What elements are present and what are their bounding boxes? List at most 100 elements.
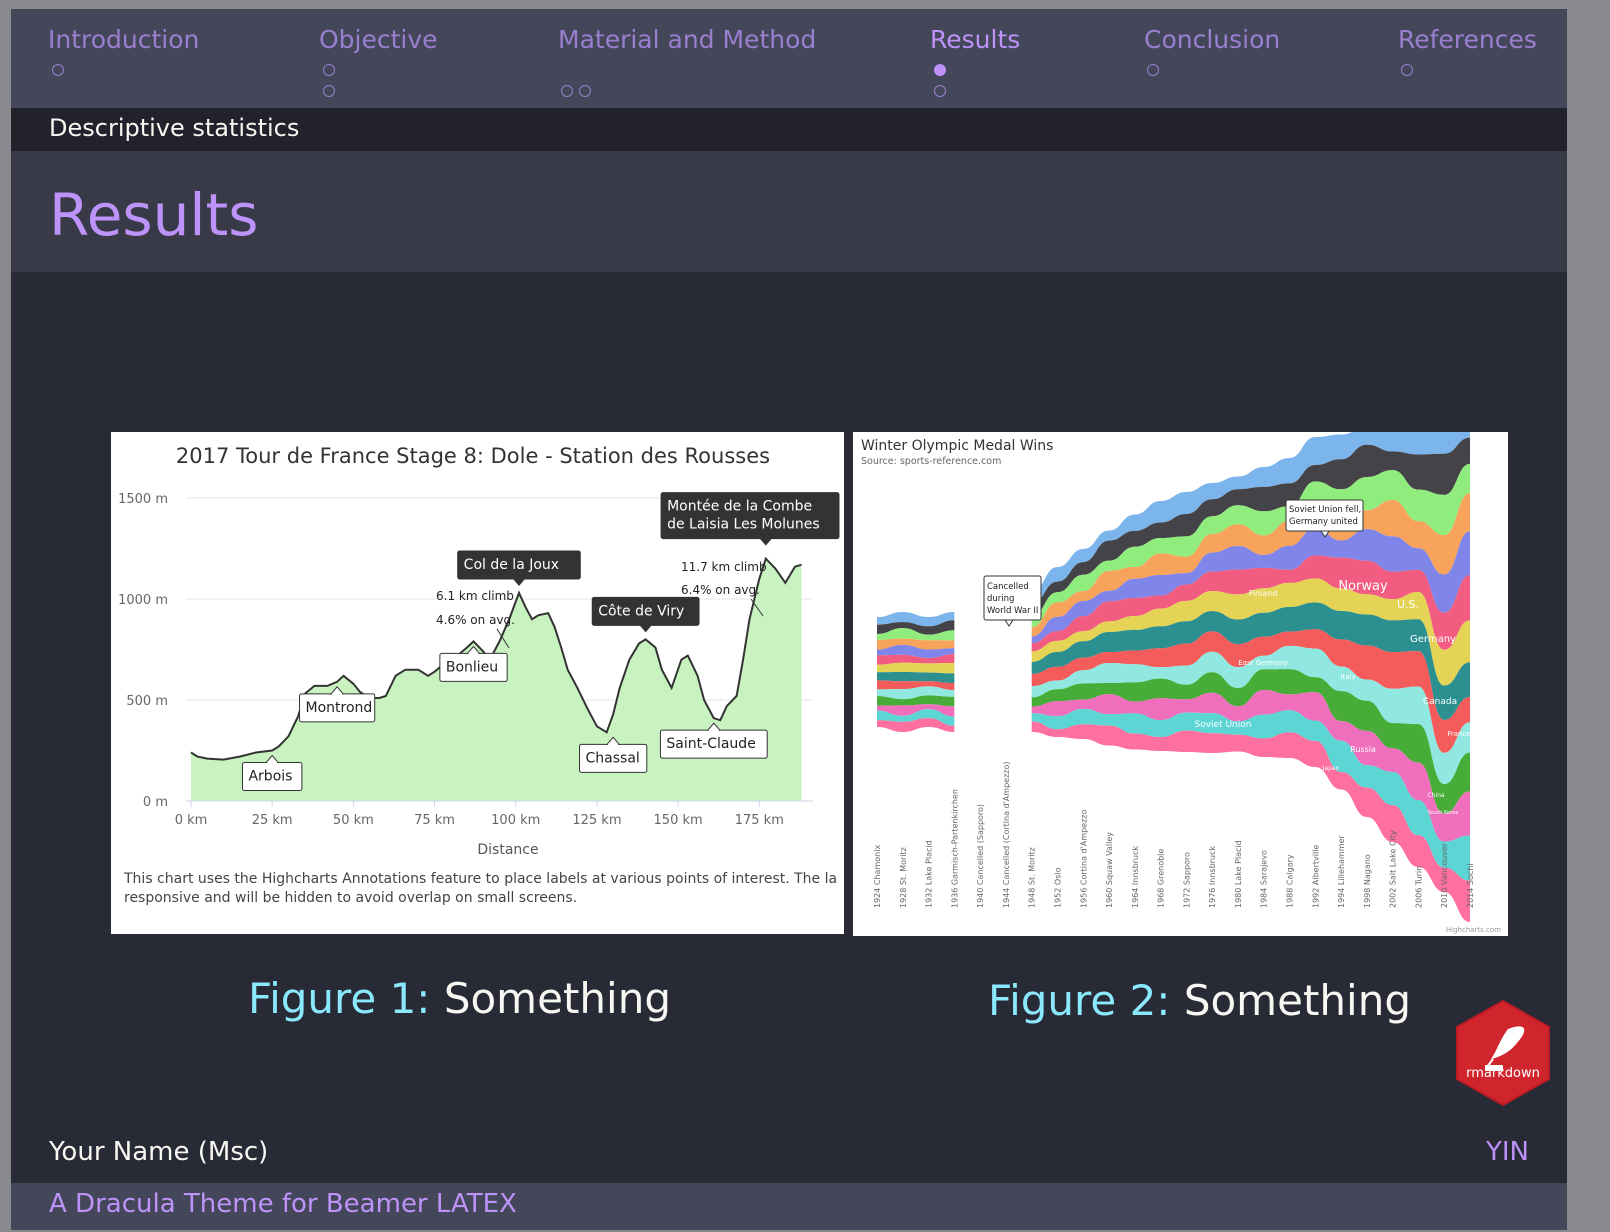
- stream-series-label: U.S.: [1397, 598, 1419, 611]
- stream-series-label: China: [1427, 792, 1444, 799]
- svg-text:Cancelled: Cancelled: [987, 582, 1029, 592]
- nav-frame-dot-current[interactable]: [934, 64, 946, 76]
- frame-title: Results: [49, 181, 259, 249]
- footer-bar: A Dracula Theme for Beamer LATEX: [11, 1183, 1567, 1230]
- y-tick-label: 1500 m: [118, 492, 168, 507]
- svg-text:Saint-Claude: Saint-Claude: [666, 736, 755, 752]
- y-tick-label: 500 m: [126, 694, 168, 709]
- subsection-bar: Descriptive statistics: [11, 108, 1567, 151]
- x-category-label: 2010 Vancouver: [1440, 842, 1449, 908]
- frame-title-bar: Results: [11, 151, 1567, 272]
- svg-text:Chassal: Chassal: [586, 750, 640, 766]
- x-tick-label: 0 km: [175, 813, 208, 828]
- annotation-callout-dark: Montée de la Combe de Laisia Les Molunes: [660, 492, 840, 546]
- x-category-label: 1928 St. Moritz: [899, 847, 908, 908]
- nav-frame-dot[interactable]: [934, 85, 946, 97]
- y-tick-label: 1000 m: [118, 593, 168, 608]
- x-category-label: 1976 Innsbruck: [1208, 846, 1217, 908]
- svg-text:Bonlieu: Bonlieu: [446, 659, 498, 675]
- climb-note: 6.4% on avg.: [681, 583, 760, 597]
- stream-series-label: South Korea: [1428, 810, 1458, 816]
- nav-section-objective[interactable]: Objective: [319, 25, 438, 54]
- elevation-chart-svg: 2017 Tour de France Stage 8: Dole - Stat…: [118, 444, 840, 858]
- y-tick-label: 0 m: [143, 795, 168, 810]
- nav-section-material-and-method[interactable]: Material and Method: [558, 25, 816, 54]
- x-category-label: 1994 Lillehammer: [1337, 835, 1346, 908]
- section-navigation: Introduction Objective Material and Meth…: [11, 9, 1567, 108]
- stream-series-label: Soviet Union: [1195, 720, 1252, 730]
- x-category-label: 1964 Innsbruck: [1131, 846, 1140, 908]
- x-category-label: 2006 Turin: [1414, 866, 1423, 908]
- stream-series-label: France: [1447, 730, 1470, 738]
- subsection-title: Descriptive statistics: [49, 114, 300, 142]
- svg-text:during: during: [987, 594, 1014, 604]
- nav-section-conclusion[interactable]: Conclusion: [1144, 25, 1280, 54]
- figure-streamgraph: Winter Olympic Medal Wins Source: sports…: [853, 432, 1508, 936]
- stream-series-label: East Germany: [1238, 659, 1288, 667]
- climb-note: 4.6% on avg.: [436, 613, 515, 627]
- annotation-callout: Soviet Union fell, Germany united: [1285, 499, 1364, 538]
- figure-1-caption: Figure 1: Something: [248, 974, 671, 1023]
- nav-section-references[interactable]: References: [1398, 25, 1537, 54]
- streamgraph-svg: Winter Olympic Medal Wins Source: sports…: [861, 432, 1501, 934]
- nav-frame-dot[interactable]: [323, 85, 335, 97]
- x-category-label: 1944 Cancelled (Cortina d'Ampezzo): [1002, 762, 1011, 909]
- x-category-label: 1940 Cancelled (Sapporo): [976, 804, 985, 908]
- stream-layer[interactable]: [877, 662, 955, 674]
- x-tick-label: 125 km: [572, 813, 621, 828]
- chart-title: 2017 Tour de France Stage 8: Dole - Stat…: [176, 444, 770, 468]
- figure-2-label: Figure 2:: [988, 976, 1171, 1025]
- footer-author: Your Name (Msc): [49, 1137, 269, 1167]
- figure-1-label: Figure 1:: [248, 974, 431, 1023]
- svg-text:de Laisia Les Molunes: de Laisia Les Molunes: [667, 517, 820, 533]
- stream-series-label: Germany: [1410, 634, 1456, 645]
- figure-2-text: Something: [1183, 976, 1411, 1025]
- x-tick-label: 175 km: [735, 813, 784, 828]
- x-category-label: 1968 Grenoble: [1157, 849, 1166, 908]
- nav-frame-dot[interactable]: [1147, 64, 1159, 76]
- annotation-callout: Cancelled during World War II: [983, 575, 1042, 627]
- nav-frame-dot[interactable]: [561, 85, 573, 97]
- svg-text:Col de la Joux: Col de la Joux: [464, 557, 559, 573]
- x-category-label: 2014 Sochi: [1466, 863, 1475, 908]
- x-category-label: 1984 Sarajevo: [1260, 850, 1269, 908]
- stream-series-label: Finland: [1249, 589, 1278, 598]
- x-category-label: 1936 Garmisch-Partenkirchen: [950, 789, 959, 908]
- x-category-label: 2002 Salt Lake City: [1389, 830, 1398, 908]
- slide: Introduction Objective Material and Meth…: [11, 9, 1567, 1230]
- nav-frame-dot[interactable]: [52, 64, 64, 76]
- svg-text:Arbois: Arbois: [248, 769, 292, 785]
- nav-section-introduction[interactable]: Introduction: [48, 25, 199, 54]
- nav-section-results[interactable]: Results: [930, 25, 1020, 54]
- streamgraph-subtitle: Source: sports-reference.com: [861, 456, 1001, 467]
- x-tick-label: 75 km: [414, 813, 455, 828]
- svg-text:Soviet Union fell,: Soviet Union fell,: [1289, 505, 1361, 515]
- x-category-label: 1948 St. Moritz: [1028, 847, 1037, 908]
- x-tick-label: 50 km: [333, 813, 374, 828]
- x-category-label: 1980 Lake Placid: [1234, 840, 1243, 908]
- nav-frame-dot[interactable]: [323, 64, 335, 76]
- annotation-callout-dark: Côte de Viry: [591, 596, 700, 633]
- x-category-label: 1932 Lake Placid: [925, 840, 934, 908]
- climb-note: 11.7 km climb: [681, 560, 767, 574]
- x-tick-label: 150 km: [654, 813, 703, 828]
- svg-text:World War II: World War II: [987, 606, 1038, 616]
- x-category-label: 1998 Nagano: [1363, 854, 1372, 908]
- x-category-label: 1952 Oslo: [1053, 867, 1062, 908]
- nav-frame-dot[interactable]: [1401, 64, 1413, 76]
- figure-2-caption: Figure 2: Something: [988, 976, 1411, 1025]
- x-category-label: 1992 Albertville: [1311, 845, 1320, 908]
- nav-frame-dot[interactable]: [579, 85, 591, 97]
- x-category-label: 1972 Sapporo: [1182, 852, 1191, 908]
- stream-series-label: Japan: [1322, 765, 1340, 772]
- stream-series-label: Canada: [1423, 697, 1457, 707]
- chart-caption-text: This chart uses the Highcharts Annotatio…: [124, 871, 838, 906]
- streamgraph-title: Winter Olympic Medal Wins: [861, 438, 1053, 454]
- x-category-label: 1988 Calgary: [1286, 854, 1295, 908]
- figure-elevation-chart: 2017 Tour de France Stage 8: Dole - Stat…: [111, 432, 844, 934]
- highcharts-credits[interactable]: Highcharts.com: [1446, 926, 1501, 934]
- footer-institute: YIN: [1486, 1137, 1529, 1167]
- figure-1-text: Something: [443, 974, 671, 1023]
- svg-text:Germany united: Germany united: [1289, 517, 1358, 527]
- climb-note: 6.1 km climb: [436, 589, 514, 603]
